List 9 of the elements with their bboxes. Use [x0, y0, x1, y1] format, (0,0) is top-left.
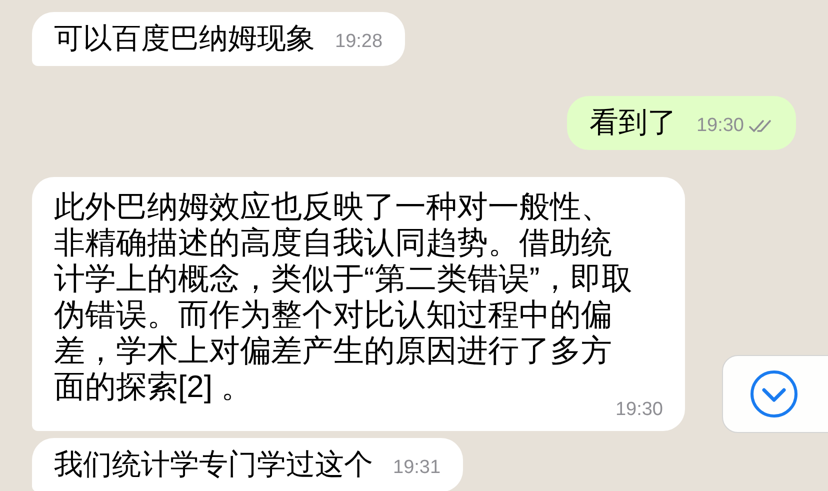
chevron-down-icon	[749, 369, 799, 419]
message-time: 19:28	[335, 30, 383, 54]
message-text: 我们统计学专门学过这个	[54, 448, 373, 483]
message-time: 19:30	[696, 114, 744, 138]
message-time: 19:30	[615, 398, 663, 422]
message-time: 19:31	[393, 456, 441, 480]
message-text: 可以百度巴纳姆现象	[54, 22, 315, 57]
message-text: 看到了	[589, 106, 676, 141]
scroll-down-button[interactable]	[722, 355, 828, 433]
